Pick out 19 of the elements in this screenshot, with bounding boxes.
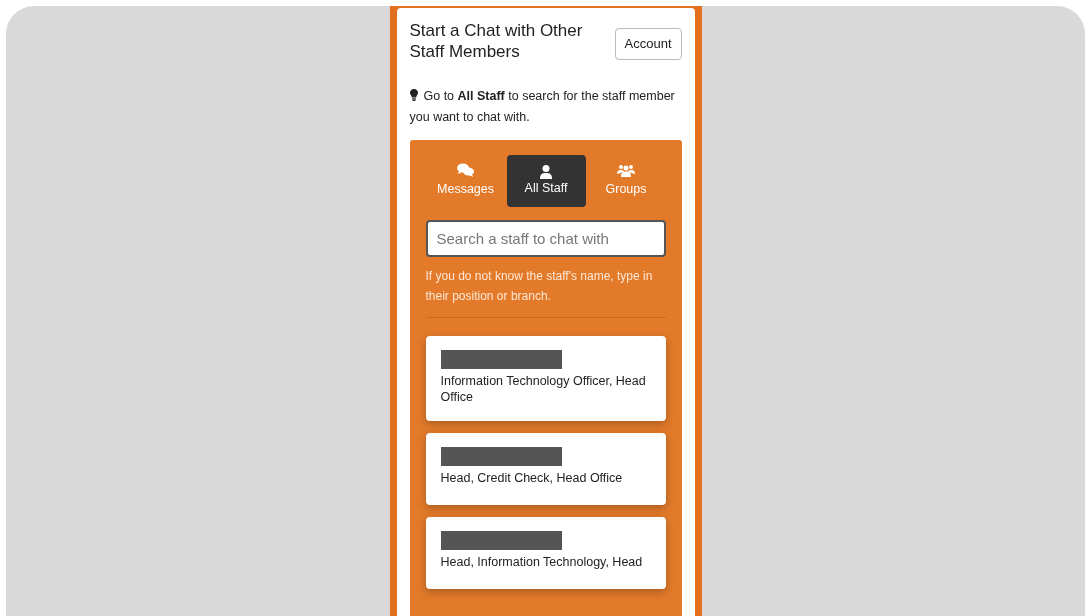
search-help-text: If you do not know the staff's name, type in their position or branch.: [425, 268, 654, 305]
staff-position: Head, Credit Check, Head Office: [440, 470, 624, 486]
staff-card[interactable]: Head, Credit Check, Head Office: [425, 433, 666, 505]
tab-label: Messages: [437, 181, 494, 198]
hint-text: Go to All Staff to search for the staff member you want to chat with.: [409, 88, 676, 126]
staff-card[interactable]: Information Technology Officer, Head Office: [425, 336, 666, 421]
account-button[interactable]: Account: [614, 28, 682, 60]
group-icon: [617, 163, 635, 177]
tab-label: All Staff: [524, 179, 568, 197]
search-field[interactable]: Search a staff to chat with: [425, 220, 666, 257]
staff-position: Information Technology Officer, Head Office: [440, 373, 647, 405]
staff-card[interactable]: Head, Information Technology, Head: [425, 517, 666, 589]
page-title: Start a Chat with Other Staff Members: [409, 20, 584, 62]
staff-position: Head, Information Technology, Head: [440, 554, 644, 570]
person-icon: [540, 164, 552, 179]
chat-bubbles-icon: [457, 163, 474, 177]
tab[interactable]: All Staff: [506, 155, 586, 207]
tab-label: Groups: [605, 180, 647, 198]
lightbulb-icon: [409, 89, 418, 101]
